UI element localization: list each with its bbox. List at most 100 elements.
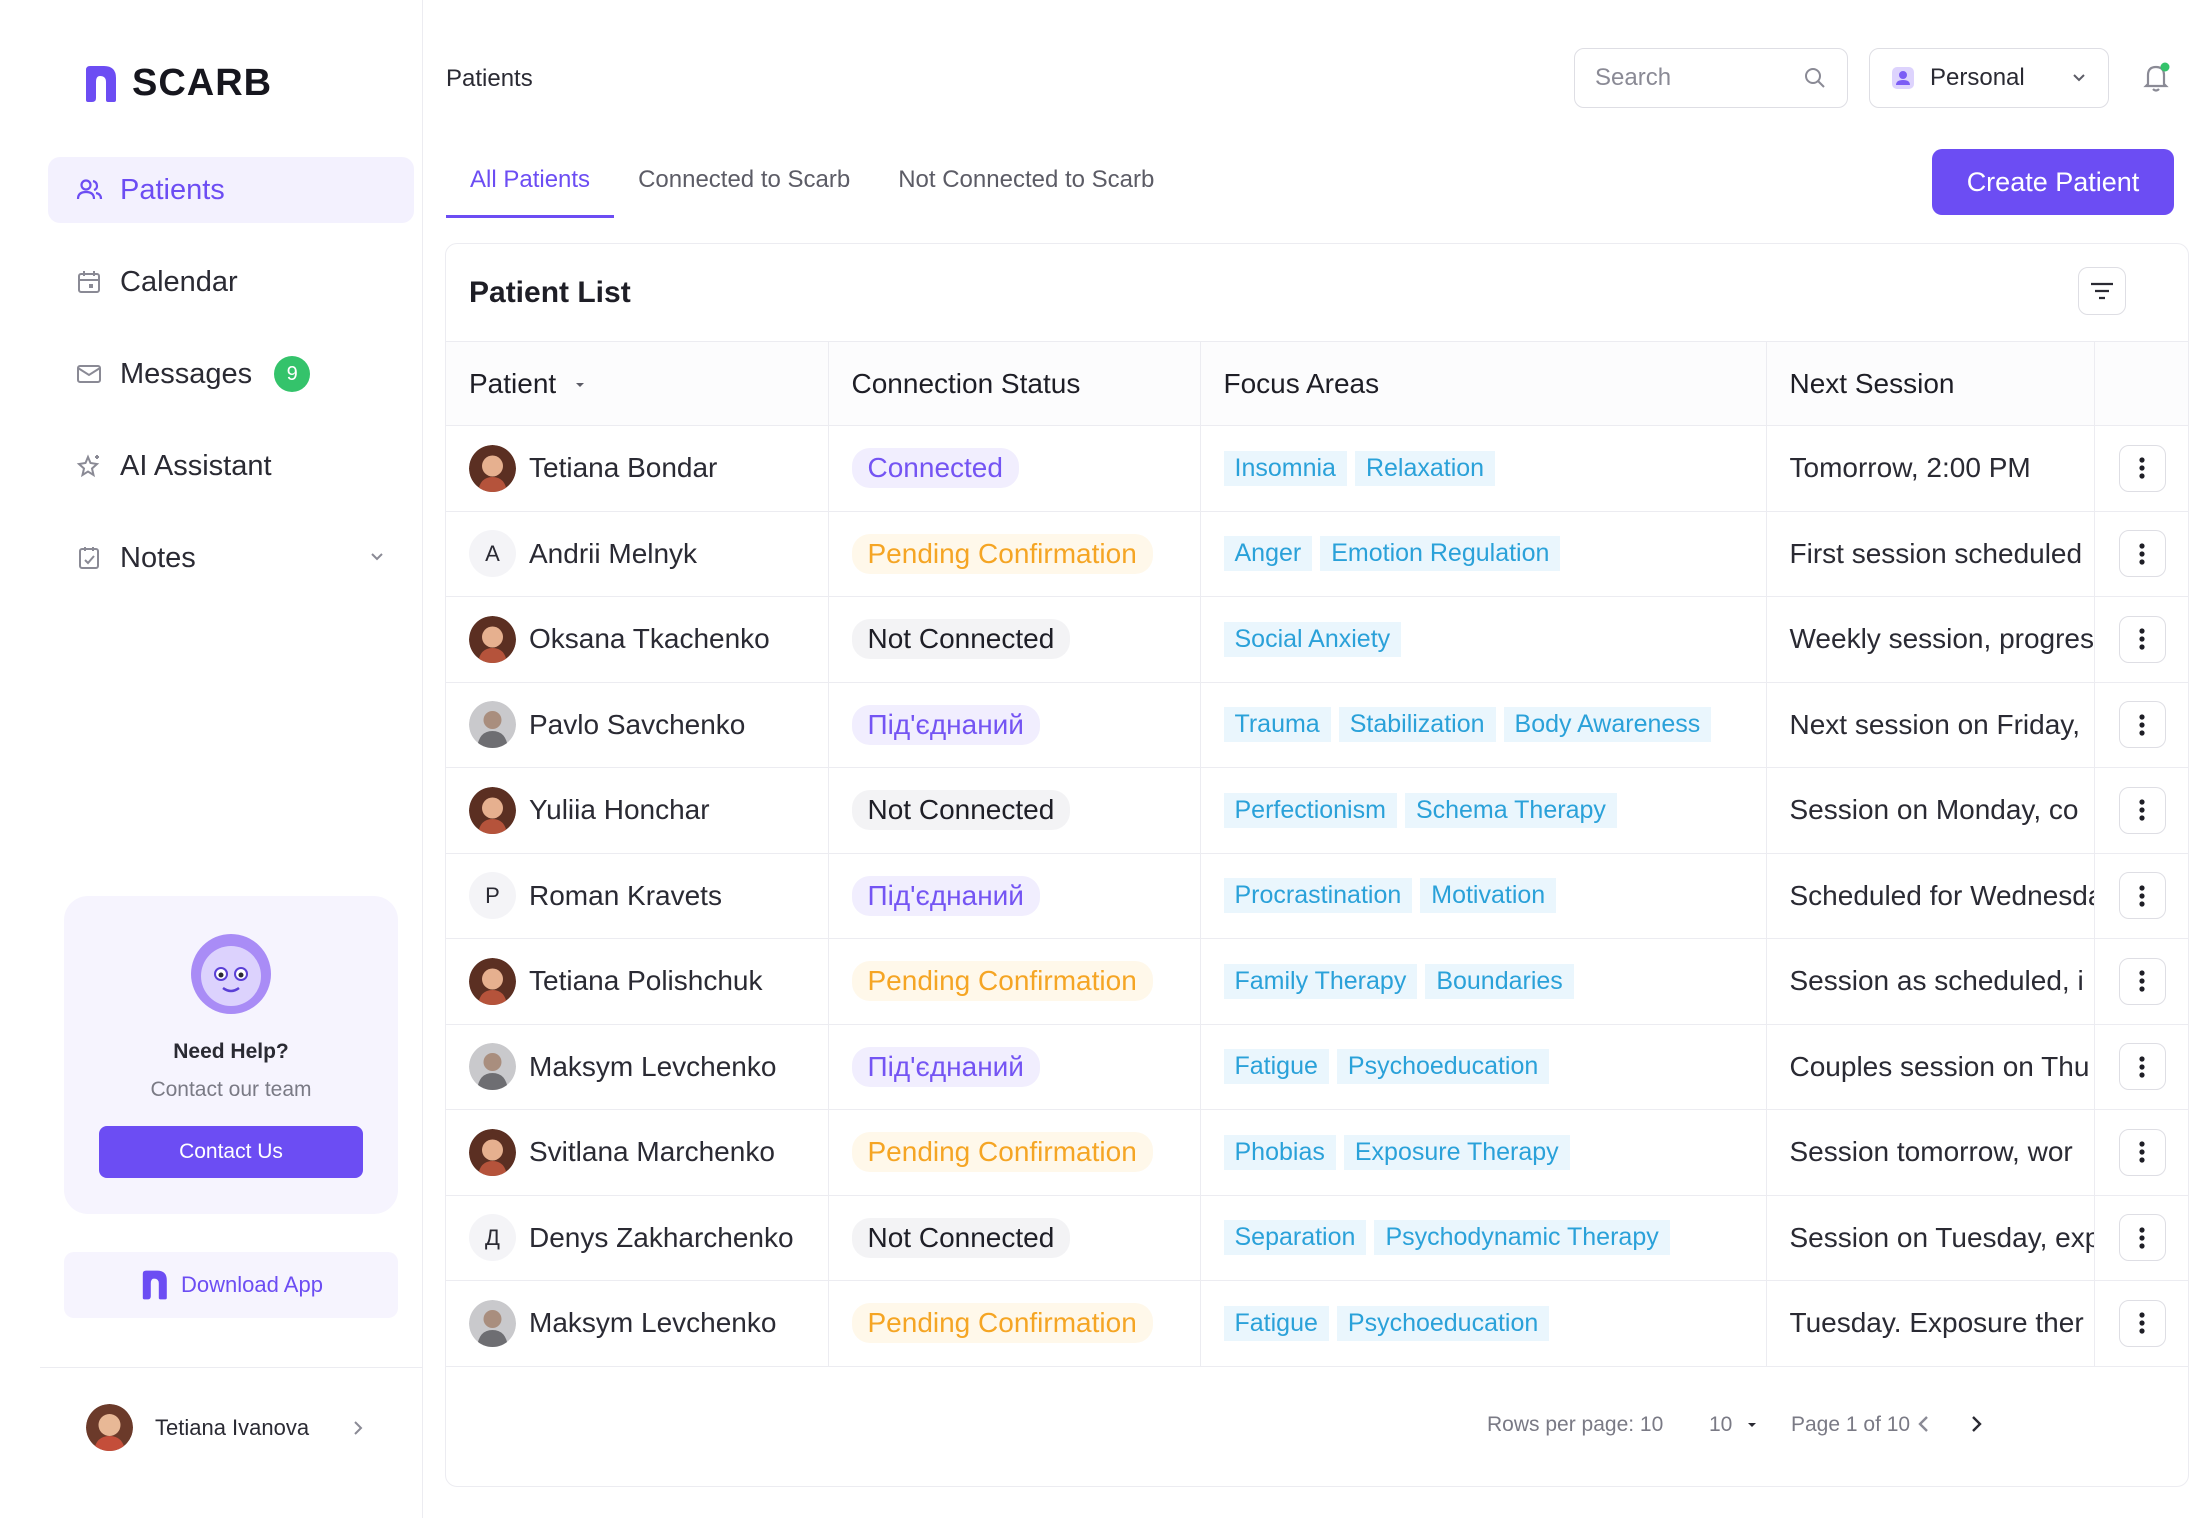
next-page-button[interactable] <box>1966 1411 1986 1437</box>
scarb-logo-icon <box>82 64 118 104</box>
status-badge: Not Connected <box>851 790 1071 831</box>
row-menu-button[interactable] <box>2118 701 2166 749</box>
tab-not-connected-to-scarb[interactable]: Not Connected to Scarb <box>874 148 1178 218</box>
table-row[interactable]: Yuliia Honchar Not Connected Perfectioni… <box>446 767 2188 854</box>
status-badge: Pending Confirmation <box>851 1132 1153 1173</box>
sidebar-item-patients[interactable]: Patients <box>48 157 414 223</box>
prev-page-button[interactable] <box>1914 1411 1934 1437</box>
card-title: Patient List <box>469 276 631 309</box>
status-badge: Not Connected <box>851 1217 1071 1258</box>
focus-areas-cell: Fatigue Psychoeducation <box>1199 1280 1767 1367</box>
patient-name[interactable]: Maksym Levchenko <box>529 1051 776 1083</box>
more-vertical-icon <box>2139 1056 2145 1078</box>
row-menu-button[interactable] <box>2118 1128 2166 1176</box>
status-cell: Під'єднаний <box>827 852 1201 939</box>
messages-count-badge: 9 <box>274 356 311 392</box>
download-app-button[interactable]: Download App <box>64 1252 398 1318</box>
table-row[interactable]: Maksym Levchenko Під'єднаний Fatigue Psyc… <box>446 1023 2188 1110</box>
avatar <box>469 1128 516 1176</box>
focus-areas-cell: Separation Psychodynamic Therapy <box>1199 1194 1767 1281</box>
table-row[interactable]: Pavlo Savchenko Під'єднаний Trauma Stabil… <box>446 681 2188 768</box>
tab-all-patients[interactable]: All Patients <box>446 148 615 218</box>
patient-name[interactable]: Yuliia Honchar <box>529 794 710 826</box>
sidebar-item-calendar[interactable]: Calendar <box>48 249 414 315</box>
patient-name[interactable]: Pavlo Savchenko <box>529 709 745 741</box>
table-row[interactable]: Tetiana Polishchuk Pending Confirmation … <box>446 938 2188 1025</box>
rows-per-page-select[interactable]: 10 <box>1709 1413 1758 1437</box>
tab-connected-to-scarb[interactable]: Connected to Scarb <box>614 148 874 218</box>
sidebar-item-messages[interactable]: Messages 9 <box>48 341 414 407</box>
logo[interactable]: SCARB <box>82 62 272 105</box>
avatar-initial: A <box>469 530 516 578</box>
next-session-cell: Tuesday. Exposure ther <box>1765 1280 2095 1367</box>
sort-caret-icon <box>574 381 586 389</box>
focus-area-tag: Social Anxiety <box>1223 621 1402 657</box>
filter-button[interactable] <box>2078 267 2126 315</box>
row-menu-button[interactable] <box>2118 530 2166 578</box>
row-menu-button[interactable] <box>2118 1214 2166 1262</box>
breadcrumb: Patients <box>446 65 533 92</box>
focus-area-tag: Insomnia <box>1223 450 1347 486</box>
create-patient-button[interactable]: Create Patient <box>1932 149 2174 215</box>
patient-tabs: All Patients Connected to Scarb Not Conn… <box>446 148 1178 218</box>
row-menu-button[interactable] <box>2118 1043 2166 1091</box>
row-menu-button[interactable] <box>2118 872 2166 920</box>
sparkle-icon <box>74 451 104 481</box>
caret-down-icon <box>1748 1423 1757 1427</box>
table-row[interactable]: Svitlana Marchenko Pending Confirmation … <box>446 1109 2188 1196</box>
actions-cell <box>2093 1023 2188 1110</box>
row-menu-button[interactable] <box>2118 786 2166 834</box>
more-vertical-icon <box>2139 628 2145 650</box>
sidebar-item-label: Patients <box>120 173 225 206</box>
focus-area-tag: Exposure Therapy <box>1343 1134 1570 1170</box>
focus-area-tag: Psychodynamic Therapy <box>1374 1220 1670 1256</box>
patient-name[interactable]: Svitlana Marchenko <box>529 1136 775 1168</box>
actions-cell <box>2093 938 2188 1025</box>
more-vertical-icon <box>2139 799 2145 821</box>
next-session-cell: Tomorrow, 2:00 PM <box>1765 425 2095 512</box>
status-badge: Not Connected <box>851 619 1071 660</box>
search-icon <box>1803 66 1827 90</box>
row-menu-button[interactable] <box>2118 957 2166 1005</box>
patient-cell: A Andrii Melnyk <box>446 510 829 597</box>
table-row[interactable]: A Andrii Melnyk Pending Confirmation Ange… <box>446 510 2188 597</box>
contact-us-button[interactable]: Contact Us <box>99 1126 363 1178</box>
table-row[interactable]: Д Denys Zakharchenko Not Connected Separa… <box>446 1194 2188 1281</box>
patient-name[interactable]: Roman Kravets <box>529 880 722 912</box>
user-profile[interactable]: Tetiana Ivanova <box>86 1404 365 1451</box>
page-indicator: Page 1 of 10 <box>1791 1413 1911 1436</box>
notification-bell-icon[interactable] <box>2140 60 2172 94</box>
sidebar-item-ai-assistant[interactable]: AI Assistant <box>48 433 414 499</box>
table-row[interactable]: Maksym Levchenko Pending Confirmation Fa… <box>446 1280 2188 1367</box>
patient-name[interactable]: Andrii Melnyk <box>529 538 697 570</box>
user-name: Tetiana Ivanova <box>155 1414 310 1440</box>
status-badge: Connected <box>851 448 1019 489</box>
status-cell: Pending Confirmation <box>827 1280 1201 1367</box>
column-header-patient[interactable]: Patient <box>446 341 829 426</box>
actions-cell <box>2093 1109 2188 1196</box>
patient-name[interactable]: Maksym Levchenko <box>529 1307 776 1339</box>
more-vertical-icon <box>2139 1141 2145 1163</box>
patient-name[interactable]: Denys Zakharchenko <box>529 1222 794 1254</box>
rows-per-page-label: Rows per page: 10 <box>1487 1413 1664 1436</box>
status-cell: Connected <box>827 425 1201 512</box>
sidebar-item-label: Messages <box>120 357 253 390</box>
search-input[interactable]: Search <box>1574 48 1848 108</box>
table-row[interactable]: Tetiana Bondar Connected Insomnia Relaxat… <box>446 425 2188 512</box>
table-row[interactable]: Oksana Tkachenko Not Connected Social An… <box>446 596 2188 683</box>
actions-cell <box>2093 681 2188 768</box>
patient-name[interactable]: Tetiana Polishchuk <box>529 965 762 997</box>
patient-name[interactable]: Tetiana Bondar <box>529 452 717 484</box>
table-row[interactable]: P Roman Kravets Під'єднаний Procrastinati… <box>446 852 2188 939</box>
account-switcher[interactable]: Personal <box>1869 48 2109 108</box>
sidebar-item-notes[interactable]: Notes <box>48 525 414 591</box>
patient-name[interactable]: Oksana Tkachenko <box>529 623 770 655</box>
actions-cell <box>2093 852 2188 939</box>
row-menu-button[interactable] <box>2118 444 2166 492</box>
avatar <box>469 444 516 492</box>
scarb-logo-icon <box>139 1269 169 1301</box>
row-menu-button[interactable] <box>2118 1299 2166 1347</box>
more-vertical-icon <box>2139 457 2145 479</box>
chevron-down-icon[interactable] <box>368 547 386 565</box>
row-menu-button[interactable] <box>2118 615 2166 663</box>
